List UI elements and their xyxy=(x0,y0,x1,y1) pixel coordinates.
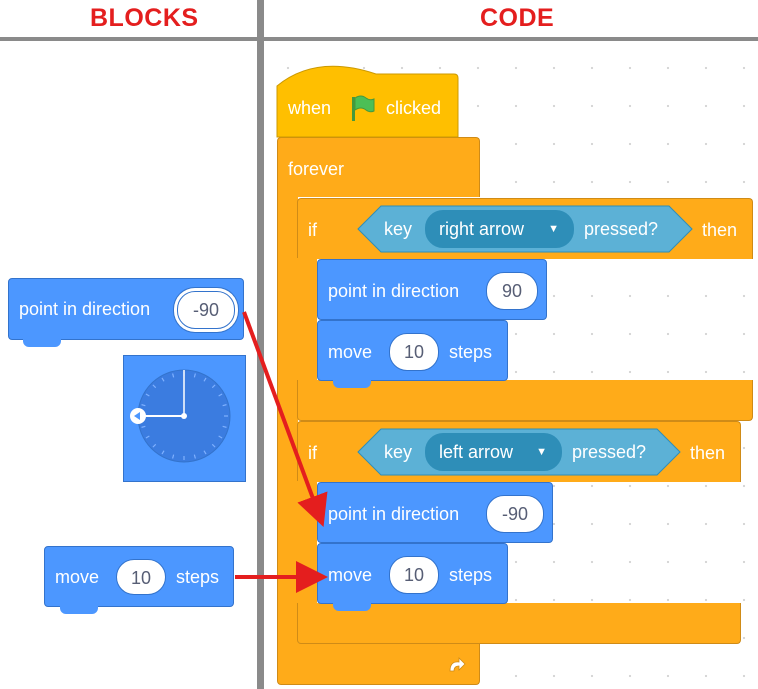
point-label: point in direction xyxy=(328,281,460,301)
direction-dial-popup[interactable] xyxy=(123,355,246,482)
palette-point-in-direction-block[interactable]: point in direction -90 xyxy=(8,278,244,340)
key-dropdown-1[interactable]: right arrow ▼ xyxy=(425,210,574,248)
forever-bottom xyxy=(277,643,480,685)
dropdown-value: left arrow xyxy=(439,442,514,462)
pressed-label: pressed? xyxy=(572,442,647,462)
code-header: CODE xyxy=(480,4,555,32)
blocks-header: BLOCKS xyxy=(90,4,199,32)
point-label: point in direction xyxy=(19,299,151,319)
when-flag-clicked-block[interactable]: when clicked xyxy=(276,56,459,138)
key-dropdown-2[interactable]: left arrow ▼ xyxy=(425,433,562,471)
forever-block[interactable]: forever xyxy=(277,137,480,197)
panel-divider xyxy=(257,0,264,689)
dropdown-value: right arrow xyxy=(439,219,525,239)
move-block-1[interactable]: move 10 steps xyxy=(317,320,508,381)
green-flag-icon xyxy=(352,95,375,121)
steps-label: steps xyxy=(449,565,493,585)
clicked-label: clicked xyxy=(386,98,442,118)
chevron-down-icon: ▼ xyxy=(536,446,547,458)
block-notch xyxy=(333,603,371,611)
header-divider-left xyxy=(0,37,257,41)
block-notch xyxy=(23,339,61,347)
steps-input[interactable]: 10 xyxy=(389,333,439,371)
forever-arm xyxy=(277,196,298,646)
then-label: then xyxy=(690,443,726,463)
if-label: if xyxy=(308,443,317,463)
then-label: then xyxy=(702,220,738,240)
forever-label: forever xyxy=(288,159,345,179)
if-arm-2 xyxy=(297,481,317,606)
block-notch xyxy=(60,606,98,614)
dial-svg xyxy=(130,369,231,463)
steps-label: steps xyxy=(176,567,220,587)
point-label: point in direction xyxy=(328,504,460,524)
when-label: when xyxy=(288,98,332,118)
if-label: if xyxy=(308,220,317,240)
key-pressed-sensor-1[interactable]: key right arrow ▼ pressed? xyxy=(357,205,693,253)
steps-input[interactable]: 10 xyxy=(389,556,439,594)
move-label: move xyxy=(328,565,373,585)
point-in-direction-block-2[interactable]: point in direction -90 xyxy=(317,482,553,543)
steps-input[interactable]: 10 xyxy=(116,559,166,595)
steps-label: steps xyxy=(449,342,493,362)
move-label: move xyxy=(328,342,373,362)
loop-arrow-icon xyxy=(449,657,466,672)
move-block-2[interactable]: move 10 steps xyxy=(317,543,508,604)
block-notch xyxy=(333,380,371,388)
palette-move-block[interactable]: move 10 steps xyxy=(44,546,234,607)
key-label: key xyxy=(384,442,413,462)
if-arm-1 xyxy=(297,258,317,383)
chevron-down-icon: ▼ xyxy=(548,223,559,235)
point-in-direction-block-1[interactable]: point in direction 90 xyxy=(317,259,547,320)
direction-input[interactable]: 90 xyxy=(486,272,538,310)
move-label: move xyxy=(55,567,100,587)
key-pressed-sensor-2[interactable]: key left arrow ▼ pressed? xyxy=(357,428,681,476)
direction-input[interactable]: -90 xyxy=(177,291,235,329)
direction-input[interactable]: -90 xyxy=(486,495,544,533)
key-label: key xyxy=(384,219,413,239)
pressed-label: pressed? xyxy=(584,219,659,239)
